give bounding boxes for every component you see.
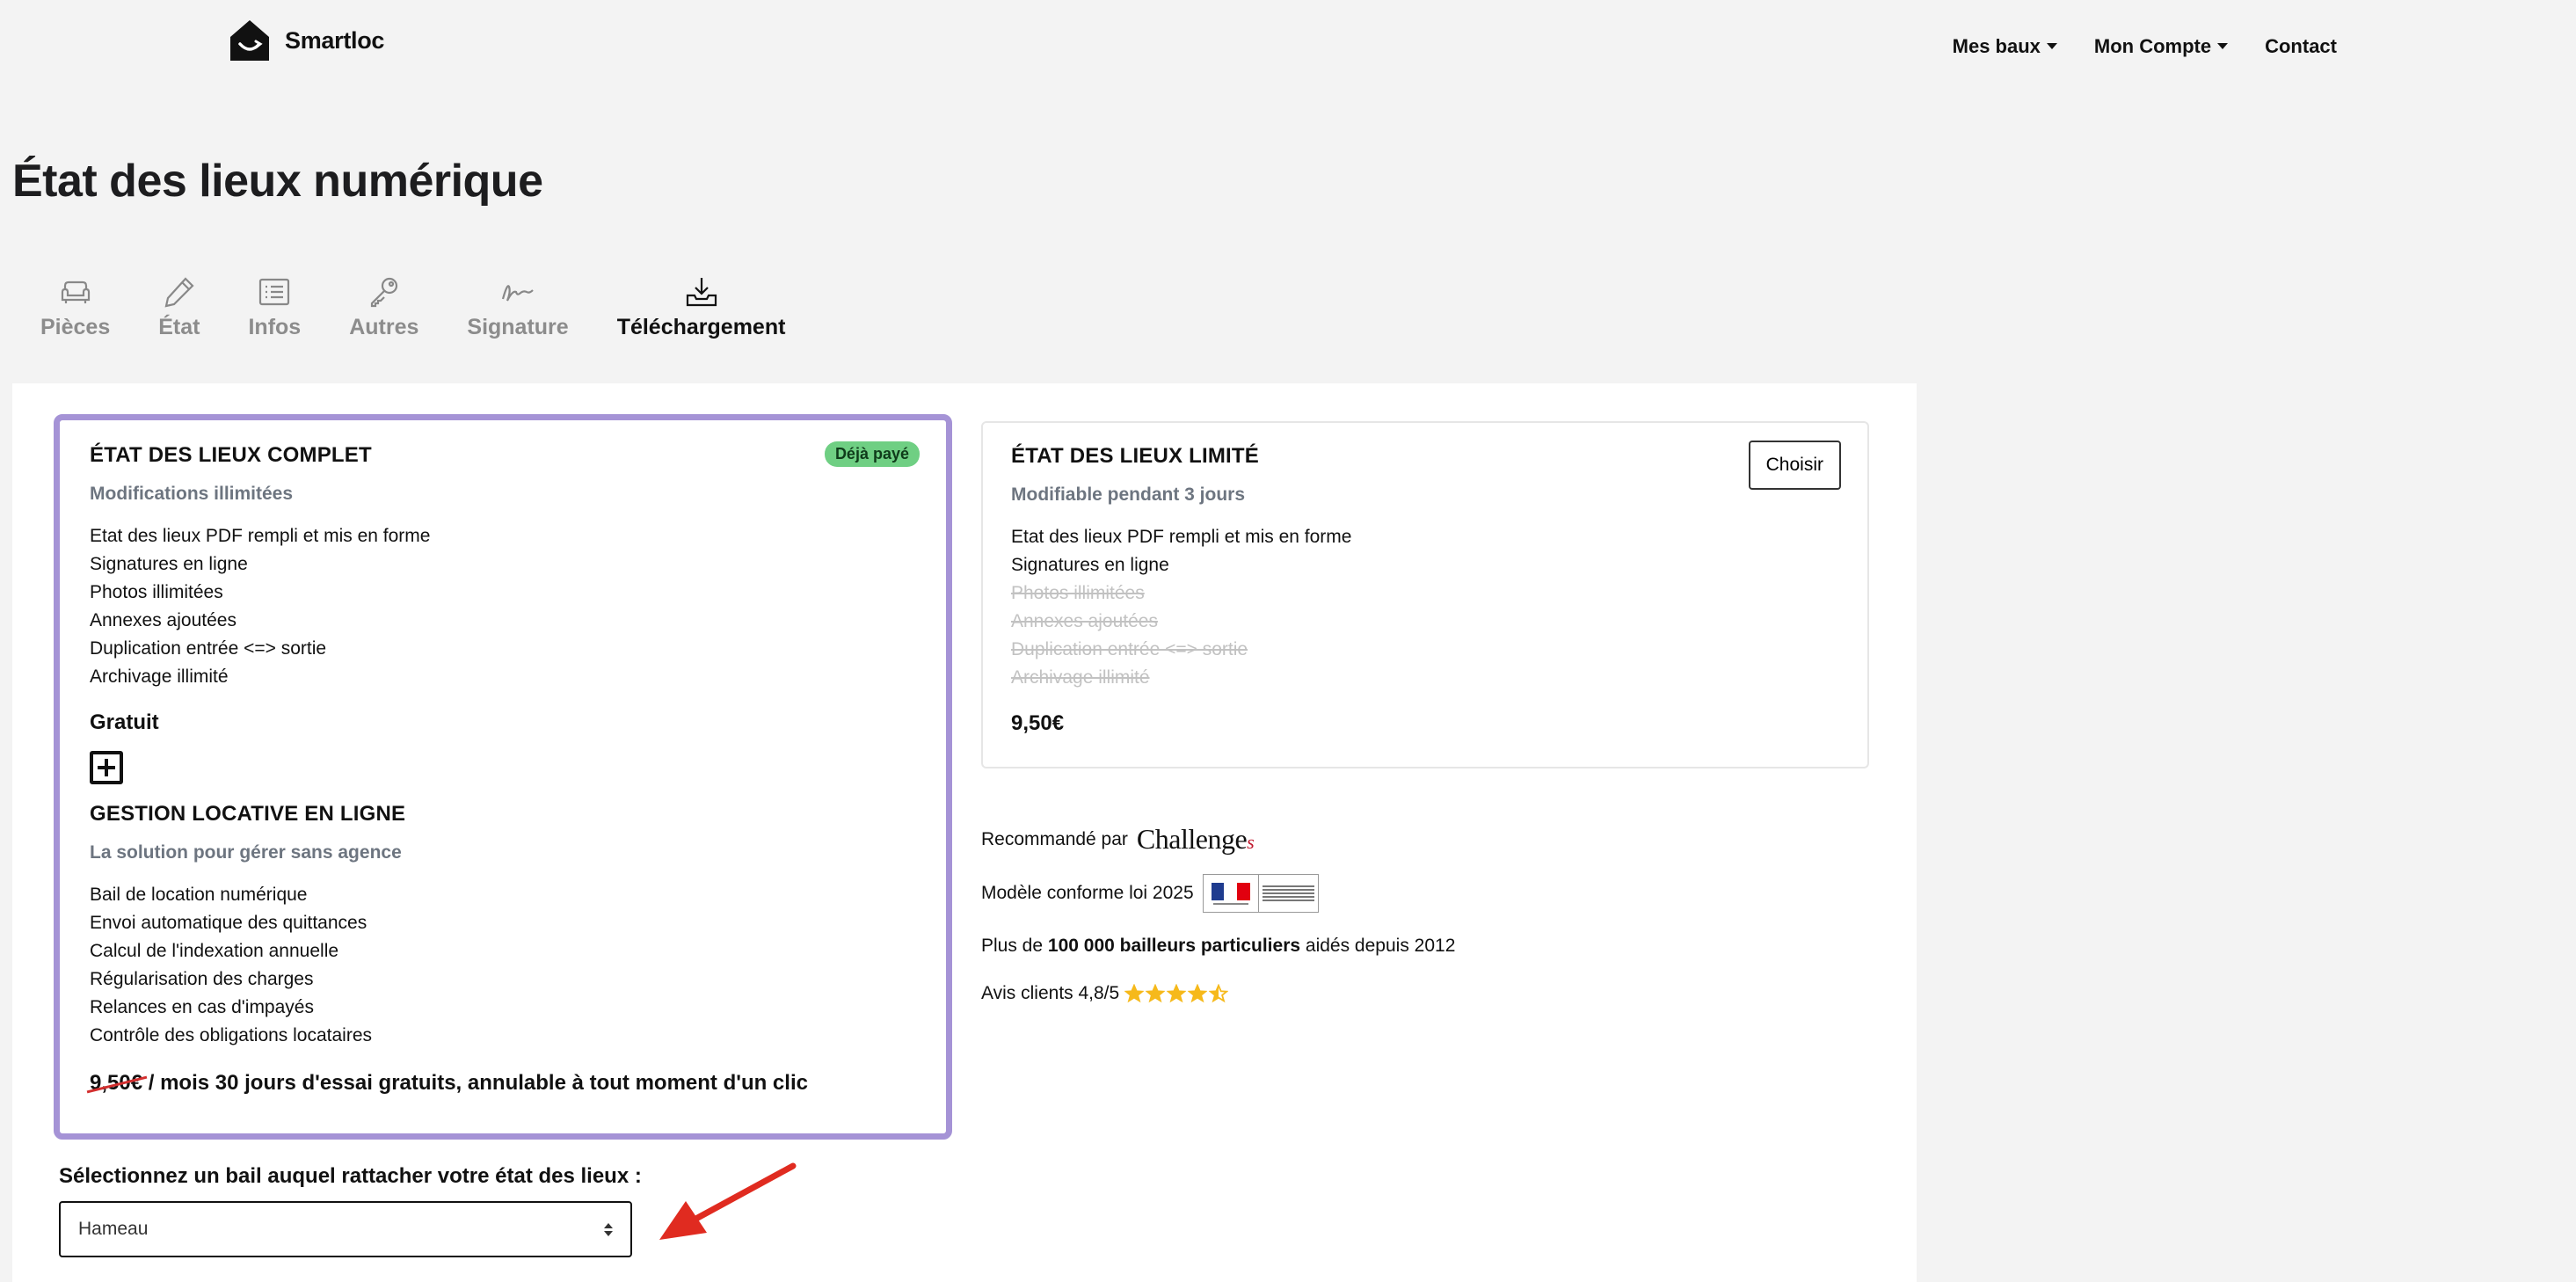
top-nav: Mes baux Mon Compte Contact xyxy=(1953,35,2337,58)
feature-item: Annexes ajoutées xyxy=(90,610,236,630)
signature-icon xyxy=(501,285,534,302)
addon-feature-item: Contrôle des obligations locataires xyxy=(90,1025,373,1045)
caret-down-icon xyxy=(2217,42,2229,49)
government-logo xyxy=(1202,874,1319,913)
users-row: Plus de 100 000 bailleurs particuliers a… xyxy=(981,936,1456,956)
addon-feature-item: Envoi automatique des quittances xyxy=(90,913,367,933)
pencil-icon xyxy=(164,277,194,308)
star-half-icon xyxy=(1209,984,1229,1003)
offer-full-price: Gratuit xyxy=(90,710,159,734)
list-icon xyxy=(259,278,290,306)
offer-full-subtitle: Modifications illimitées xyxy=(90,484,294,504)
offer-limited-subtitle: Modifiable pendant 3 jours xyxy=(1011,484,1246,505)
bail-select-value: Hameau xyxy=(78,1219,149,1239)
offer-full-card[interactable]: Déjà payé ÉTAT DES LIEUX COMPLET Modific… xyxy=(54,414,952,1140)
brand-logo[interactable]: Smartloc xyxy=(227,18,384,63)
bail-select-label: Sélectionnez un bail auquel rattacher vo… xyxy=(59,1164,642,1188)
paid-badge: Déjà payé xyxy=(824,441,920,467)
addon-feature-item: Calcul de l'indexation annuelle xyxy=(90,941,339,961)
plus-square-icon xyxy=(90,751,123,784)
feature-item: Archivage illimité xyxy=(90,666,229,687)
choose-button[interactable]: Choisir xyxy=(1748,441,1841,490)
tab-telechargement[interactable]: Téléchargement xyxy=(617,274,785,340)
star-full-icon xyxy=(1167,984,1187,1003)
caret-down-icon xyxy=(2046,42,2057,49)
nav-mon-compte[interactable]: Mon Compte xyxy=(2094,35,2229,58)
feature-item: Etat des lieux PDF rempli et mis en form… xyxy=(90,526,431,546)
feature-item: Photos illimitées xyxy=(90,582,223,602)
addon-feature-item: Régularisation des charges xyxy=(90,969,314,989)
promo-text: / mois 30 jours d'essai gratuits, annula… xyxy=(142,1071,808,1095)
offer-limited-price: 9,50€ xyxy=(1011,711,1065,735)
offer-full-title: ÉTAT DES LIEUX COMPLET xyxy=(90,443,372,467)
feature-item: Etat des lieux PDF rempli et mis en form… xyxy=(1011,527,1352,547)
tab-infos[interactable]: Infos xyxy=(248,274,301,340)
addon-feature-item: Relances en cas d'impayés xyxy=(90,997,314,1017)
nav-contact[interactable]: Contact xyxy=(2265,35,2337,58)
nav-mes-baux[interactable]: Mes baux xyxy=(1953,35,2057,58)
feature-item: Signatures en ligne xyxy=(1011,555,1169,575)
star-full-icon xyxy=(1124,984,1145,1003)
tab-autres[interactable]: Autres xyxy=(349,274,418,340)
star-full-icon xyxy=(1146,984,1166,1003)
addon-feature-item: Bail de location numérique xyxy=(90,885,308,905)
star-full-icon xyxy=(1188,984,1208,1003)
challenges-logo: Challenges xyxy=(1136,823,1255,855)
feature-item-excluded: Photos illimitées xyxy=(1011,583,1145,603)
smartloc-logo-icon xyxy=(230,20,269,61)
old-price: 9,50€ xyxy=(90,1071,143,1095)
red-arrow-icon xyxy=(659,1162,797,1240)
page-title: État des lieux numérique xyxy=(12,156,543,207)
feature-item-excluded: Duplication entrée <=> sortie xyxy=(1011,639,1248,659)
addon-promo: 9,50€ / mois 30 jours d'essai gratuits, … xyxy=(90,1071,916,1096)
sofa-icon xyxy=(61,280,90,303)
rating-stars xyxy=(1124,984,1229,1003)
download-icon xyxy=(686,278,717,307)
feature-item: Duplication entrée <=> sortie xyxy=(90,638,327,659)
offer-limited-card: Choisir ÉTAT DES LIEUX LIMITÉ Modifiable… xyxy=(981,421,1869,768)
select-arrows-icon xyxy=(604,1222,613,1236)
addon-subtitle: La solution pour gérer sans agence xyxy=(90,842,402,863)
reviews-row: Avis clients 4,8/5 xyxy=(981,983,1229,1004)
compliance-row: Modèle conforme loi 2025 xyxy=(981,874,1319,913)
bail-select[interactable]: Hameau xyxy=(59,1201,632,1257)
tab-signature[interactable]: Signature xyxy=(467,274,569,340)
tab-etat[interactable]: État xyxy=(158,274,200,340)
recommended-row: Recommandé par Challenges xyxy=(981,823,1255,855)
key-icon xyxy=(370,277,397,308)
offer-limited-title: ÉTAT DES LIEUX LIMITÉ xyxy=(1011,444,1259,468)
feature-item-excluded: Archivage illimité xyxy=(1011,667,1150,688)
step-tabs: Pièces État Infos Autres Signature Téléc… xyxy=(40,274,833,340)
tab-pieces[interactable]: Pièces xyxy=(40,274,110,340)
addon-title: GESTION LOCATIVE EN LIGNE xyxy=(90,802,406,826)
brand-name: Smartloc xyxy=(285,26,385,54)
feature-item-excluded: Annexes ajoutées xyxy=(1011,611,1158,631)
feature-item: Signatures en ligne xyxy=(90,554,248,574)
